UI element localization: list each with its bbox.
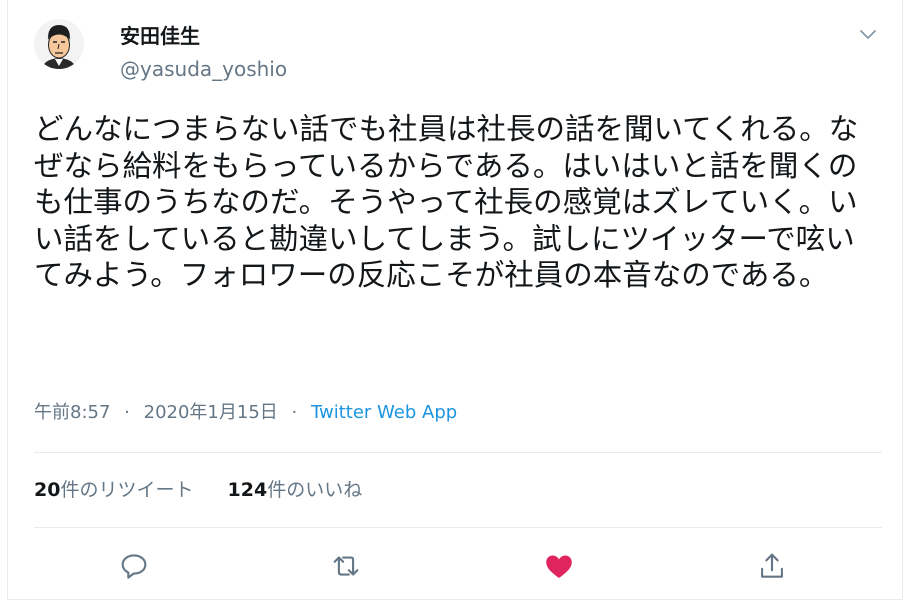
- tweet-card: 安田佳生 @yasuda_yoshio どんなにつまらない話でも社員は社長の話を…: [7, 0, 903, 600]
- retweet-icon: [333, 556, 359, 576]
- divider: [34, 527, 882, 528]
- likes-stat[interactable]: 124件のいいね: [228, 475, 363, 505]
- tweet-metadata: 午前8:57 · 2020年1月15日 · Twitter Web App: [34, 398, 457, 428]
- reply-icon: [121, 554, 147, 579]
- divider: [34, 452, 882, 453]
- more-options-button[interactable]: [856, 22, 880, 46]
- meta-separator: ·: [124, 402, 130, 423]
- avatar-illustration-icon: [34, 19, 84, 69]
- reply-button[interactable]: [117, 549, 151, 583]
- author-display-name[interactable]: 安田佳生: [120, 24, 200, 48]
- retweets-label: 件のリツイート: [60, 479, 194, 501]
- retweet-button[interactable]: [329, 549, 363, 583]
- heart-icon: [546, 555, 572, 579]
- share-icon: [761, 553, 783, 578]
- share-button[interactable]: [755, 549, 789, 583]
- tweet-date[interactable]: 2020年1月15日: [144, 402, 278, 423]
- chevron-down-icon: [860, 30, 876, 39]
- retweets-stat[interactable]: 20件のリツイート: [34, 475, 193, 505]
- tweet-stats: 20件のリツイート 124件のいいね: [34, 475, 390, 505]
- tweet-time[interactable]: 午前8:57: [34, 402, 110, 423]
- retweets-count: 20: [34, 479, 61, 501]
- tweet-text: どんなにつまらない話でも社員は社長の話を聞いてくれる。なぜなら給料をもらっている…: [34, 112, 859, 292]
- avatar[interactable]: [34, 19, 84, 69]
- like-button[interactable]: [542, 549, 576, 583]
- tweet-actions: [8, 541, 904, 591]
- meta-separator: ·: [291, 402, 298, 423]
- author-handle[interactable]: @yasuda_yoshio: [120, 57, 287, 81]
- tweet-source-link[interactable]: Twitter Web App: [311, 402, 457, 423]
- likes-count: 124: [227, 479, 268, 501]
- likes-label: 件のいいね: [267, 479, 363, 501]
